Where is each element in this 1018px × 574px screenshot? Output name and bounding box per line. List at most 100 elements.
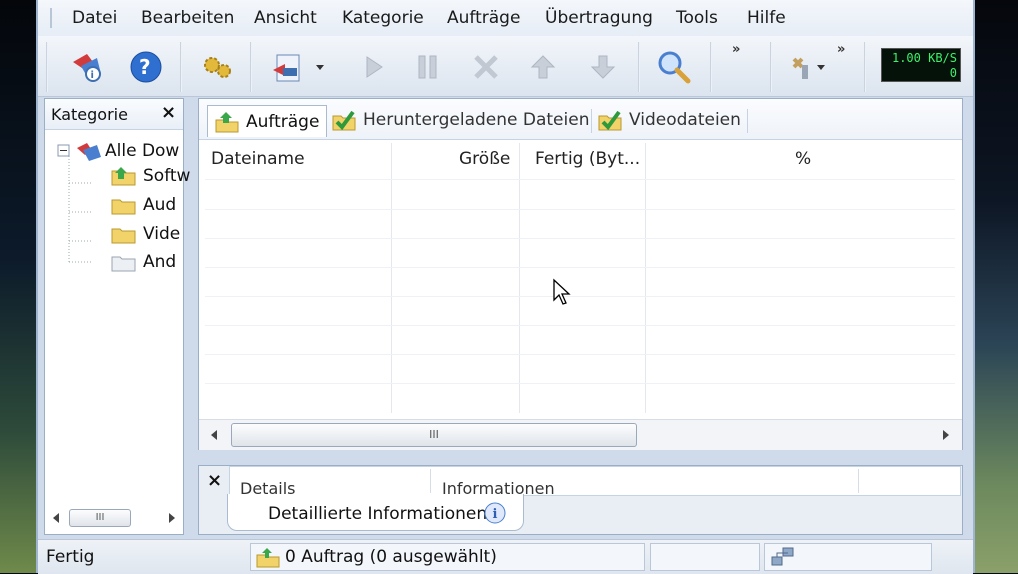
tab-label-videodateien: Videodateien — [629, 110, 741, 130]
arrow-up-icon — [530, 55, 556, 79]
network-icon — [771, 547, 794, 566]
status-bar: Fertig 0 Auftrag (0 ausgewählt) — [38, 539, 973, 574]
tab-label-auftraege: Aufträge — [246, 111, 320, 132]
tree-item-audio[interactable]: Aud — [111, 191, 176, 219]
tree-item-software[interactable]: Softw — [111, 162, 190, 190]
options-button[interactable] — [198, 48, 238, 86]
scroll-right-icon[interactable] — [939, 425, 953, 445]
add-button[interactable] — [268, 48, 308, 86]
jobs-icon — [215, 111, 239, 132]
delete-button[interactable] — [466, 48, 506, 86]
menu-datei[interactable]: Datei — [72, 8, 117, 28]
tools-dropdown-button[interactable] — [814, 48, 828, 86]
column-header-fertig[interactable]: Fertig (Byt... — [535, 149, 640, 169]
details-tab-label: Detaillierte Informationen — [268, 504, 488, 524]
pause-icon — [418, 55, 437, 79]
column-header-groesse[interactable]: Größe — [459, 149, 510, 169]
menu-bar: Datei Bearbeiten Ansicht Kategorie Auftr… — [38, 0, 973, 36]
gears-icon — [204, 57, 231, 78]
scroll-left-icon[interactable] — [207, 425, 221, 445]
tree-label-video: Vide — [143, 224, 181, 244]
tree-item-video[interactable]: Vide — [111, 220, 180, 248]
folder-software-icon — [111, 167, 136, 186]
delete-x-icon — [474, 55, 498, 79]
desktop-background-left — [0, 0, 36, 573]
move-down-button[interactable] — [583, 48, 623, 86]
speed-value: 1.00 KB/S — [891, 51, 957, 65]
list-scroll-thumb[interactable]: III — [231, 423, 637, 447]
scroll-left-icon[interactable] — [49, 508, 63, 528]
checkmark-icon — [332, 110, 356, 131]
arrow-down-icon — [590, 55, 616, 79]
info-icon: i — [484, 502, 506, 524]
collapse-minus-icon[interactable] — [57, 144, 71, 158]
status-cell-network — [764, 543, 932, 571]
tree-label-all-downloads: Alle Dow — [105, 141, 180, 161]
menu-kategorie[interactable]: Kategorie — [342, 8, 424, 28]
row-divider — [205, 267, 955, 268]
menu-tools[interactable]: Tools — [676, 8, 718, 28]
list-horizontal-scrollbar[interactable]: III — [199, 419, 962, 450]
tab-divider — [747, 109, 748, 133]
category-scroll-thumb[interactable]: III — [69, 509, 131, 527]
help-icon: ? — [130, 51, 162, 83]
tree-item-all-downloads[interactable]: Alle Dow — [57, 137, 179, 165]
status-jobs-text: 0 Auftrag (0 ausgewählt) — [285, 547, 497, 567]
row-divider — [205, 383, 955, 384]
pause-button[interactable] — [408, 48, 448, 86]
folder-audio-icon — [111, 199, 136, 215]
tab-auftraege[interactable]: Aufträge — [207, 105, 327, 137]
magnifier-icon — [658, 51, 691, 84]
toolbar-overflow-1[interactable]: » — [732, 42, 740, 57]
column-header-dateiname[interactable]: Dateiname — [211, 149, 305, 169]
status-state-text: Fertig — [46, 547, 95, 567]
add-file-icon — [273, 54, 300, 82]
scroll-right-icon[interactable] — [165, 508, 179, 528]
category-panel-close-button[interactable]: × — [161, 102, 176, 123]
menu-ansicht[interactable]: Ansicht — [254, 8, 317, 28]
speed-readout: 1.00 KB/S 0 — [881, 48, 961, 82]
tab-label-heruntergeladene-dateien: Heruntergeladene Dateien — [363, 110, 590, 130]
details-close-button[interactable]: × — [207, 470, 222, 491]
category-panel-title: Kategorie — [51, 105, 128, 124]
row-divider — [205, 296, 955, 297]
tree-label-audio: Aud — [143, 195, 177, 215]
details-header: Details Informationen — [229, 466, 961, 496]
tree-label-other: And — [143, 252, 177, 272]
dropdown-arrow-icon — [817, 65, 825, 70]
row-divider — [205, 179, 955, 180]
toolbar-overflow-2[interactable]: » — [837, 42, 845, 57]
help-button[interactable]: ? — [126, 48, 166, 86]
start-button[interactable] — [354, 48, 394, 86]
menu-bearbeiten[interactable]: Bearbeiten — [141, 8, 234, 28]
toolbar-grip — [46, 42, 48, 92]
all-downloads-icon — [77, 143, 101, 161]
tab-heruntergeladene-dateien[interactable]: Heruntergeladene Dateien — [331, 105, 589, 135]
tab-detaillierte-informationen[interactable]: Detaillierte Informationen i — [227, 494, 524, 531]
menu-auftraege[interactable]: Aufträge — [447, 8, 520, 28]
move-up-button[interactable] — [523, 48, 563, 86]
row-divider — [205, 238, 955, 239]
play-icon — [366, 56, 383, 78]
row-divider — [205, 209, 955, 210]
speed-secondary-value: 0 — [949, 66, 957, 80]
dropdown-arrow-icon — [316, 65, 324, 70]
checkmark-icon — [598, 110, 622, 131]
view-tabs: Aufträge Heruntergeladene Dateien Videod… — [199, 99, 962, 140]
jobs-icon — [256, 548, 280, 568]
desktop-background-right — [975, 0, 1018, 573]
info-button[interactable]: i — [66, 48, 106, 86]
add-dropdown-button[interactable] — [313, 48, 327, 86]
download-list-panel: Aufträge Heruntergeladene Dateien Videod… — [198, 98, 963, 450]
tree-item-other[interactable]: And — [111, 248, 176, 276]
column-header-prozent[interactable]: % — [795, 149, 811, 169]
search-button[interactable] — [654, 48, 694, 86]
menu-hilfe[interactable]: Hilfe — [747, 8, 786, 28]
tab-videodateien[interactable]: Videodateien — [597, 105, 741, 135]
download-manager-window: Datei Bearbeiten Ansicht Kategorie Auftr… — [36, 0, 975, 574]
details-panel: × Details Informationen Detaillierte Inf… — [198, 465, 963, 535]
menu-uebertragung[interactable]: Übertragung — [545, 8, 653, 28]
category-horizontal-scrollbar[interactable]: III — [49, 507, 179, 529]
category-panel: Kategorie × Alle Dow Softw Aud Vide And … — [44, 98, 190, 535]
svg-text:i: i — [91, 70, 94, 81]
